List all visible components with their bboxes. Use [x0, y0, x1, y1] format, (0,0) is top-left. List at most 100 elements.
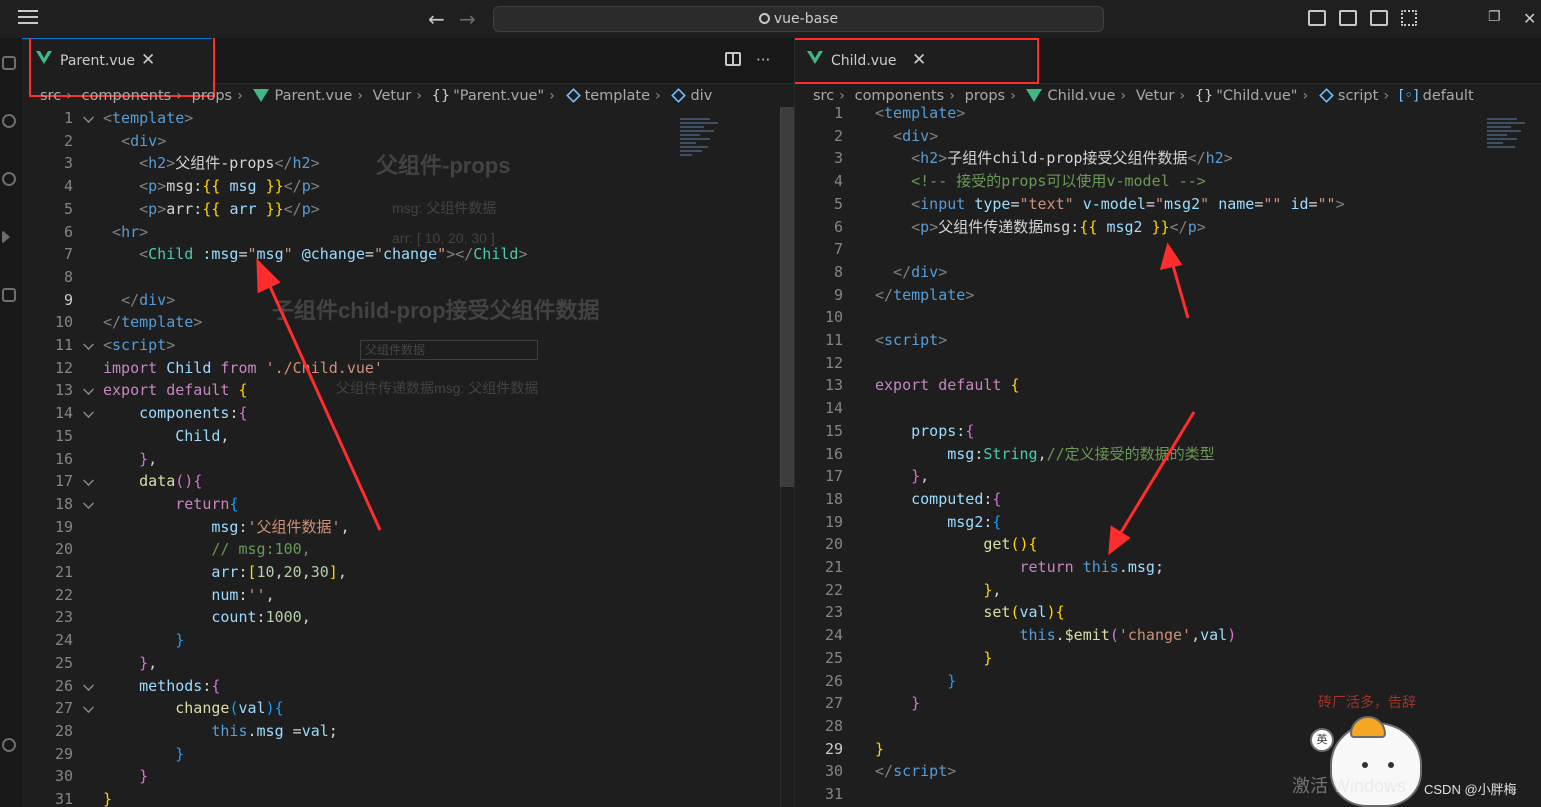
- code-line[interactable]: 12 import Child from './Child.vue': [22, 357, 794, 380]
- code-line[interactable]: 8: [22, 266, 794, 289]
- fold-chevron-icon[interactable]: [83, 702, 94, 714]
- minimap[interactable]: [680, 118, 724, 188]
- breadcrumb-components[interactable]: components: [82, 85, 172, 107]
- forward-arrow-icon[interactable]: →: [459, 7, 476, 31]
- breadcrumb-div[interactable]: div: [690, 85, 712, 107]
- code-line[interactable]: 18 return{: [22, 493, 794, 516]
- code-line[interactable]: 1 <template>: [795, 102, 1541, 125]
- code-line[interactable]: 19 msg2:{: [795, 511, 1541, 534]
- code-line[interactable]: 8 </div>: [795, 261, 1541, 284]
- code-line[interactable]: 24 }: [22, 629, 794, 652]
- code-line[interactable]: 17 data(){: [22, 470, 794, 493]
- code-line[interactable]: 24 this.$emit('change',val): [795, 624, 1541, 647]
- menu-icon[interactable]: [18, 10, 38, 26]
- fold-chevron-icon[interactable]: [83, 679, 94, 691]
- breadcrumb-module[interactable]: "Parent.vue": [453, 85, 544, 107]
- code-line[interactable]: 15 Child,: [22, 425, 794, 448]
- code-line[interactable]: 27 }: [795, 692, 1541, 715]
- code-line[interactable]: 29 }: [22, 743, 794, 766]
- code-line[interactable]: 31}: [22, 788, 794, 807]
- code-line[interactable]: 25 }: [795, 647, 1541, 670]
- code-line[interactable]: 11 <script>: [22, 334, 794, 357]
- code-line[interactable]: 21 arr:[10,20,30],: [22, 561, 794, 584]
- code-line[interactable]: 28: [795, 715, 1541, 738]
- back-arrow-icon[interactable]: ←: [428, 7, 445, 31]
- breadcrumb-template[interactable]: template: [585, 85, 650, 107]
- line-number: 2: [833, 126, 843, 145]
- breadcrumb-props[interactable]: props: [192, 85, 232, 107]
- code-line[interactable]: 17 },: [795, 465, 1541, 488]
- explorer-icon[interactable]: [2, 56, 16, 70]
- fold-chevron-icon[interactable]: [83, 339, 94, 350]
- scrollbar-thumb[interactable]: [780, 107, 794, 487]
- code-line[interactable]: 9 </div>: [22, 289, 794, 312]
- customize-layout-icon[interactable]: [1401, 10, 1417, 26]
- minimap[interactable]: [1487, 118, 1531, 188]
- code-line[interactable]: 16 msg:String,//定义接受的数据的类型: [795, 443, 1541, 466]
- code-line[interactable]: 3 <h2>父组件-props</h2>: [22, 152, 794, 175]
- fold-chevron-icon[interactable]: [83, 384, 94, 396]
- code-line[interactable]: 10: [795, 306, 1541, 329]
- code-line[interactable]: 14: [795, 397, 1541, 420]
- fold-chevron-icon[interactable]: [83, 407, 94, 419]
- code-line[interactable]: 23 set(val){: [795, 601, 1541, 624]
- more-actions-icon[interactable]: ···: [756, 51, 770, 69]
- code-line[interactable]: 20 // msg:100,: [22, 538, 794, 561]
- code-line[interactable]: 26 }: [795, 670, 1541, 693]
- code-line[interactable]: 5 <p>arr:{{ arr }}</p>: [22, 198, 794, 221]
- code-line[interactable]: 29}: [795, 738, 1541, 761]
- code-line[interactable]: 25 },: [22, 652, 794, 675]
- split-editor-icon[interactable]: [725, 52, 741, 66]
- code-line[interactable]: 30 }: [22, 765, 794, 788]
- code-line[interactable]: 27 change(val){: [22, 697, 794, 720]
- code-line[interactable]: 22 },: [795, 579, 1541, 602]
- code-line[interactable]: 15 props:{: [795, 420, 1541, 443]
- account-icon[interactable]: [2, 738, 16, 752]
- command-center-search[interactable]: vue-base: [493, 6, 1104, 32]
- fold-chevron-icon[interactable]: [83, 475, 94, 487]
- toggle-primary-sidebar-icon[interactable]: [1308, 10, 1326, 26]
- code-line[interactable]: 7 <Child :msg="msg" @change="change"></C…: [22, 243, 794, 266]
- code-line[interactable]: 2 <div>: [22, 130, 794, 153]
- code-line[interactable]: 6 <hr>: [22, 221, 794, 244]
- code-line[interactable]: 10 </template>: [22, 311, 794, 334]
- search-view-icon[interactable]: [2, 114, 16, 128]
- code-line[interactable]: 21 return this.msg;: [795, 556, 1541, 579]
- code-line[interactable]: 2 <div>: [795, 125, 1541, 148]
- run-debug-icon[interactable]: [2, 230, 10, 244]
- code-line[interactable]: 13 export default {: [795, 374, 1541, 397]
- code-line[interactable]: 16 },: [22, 448, 794, 471]
- code-line[interactable]: 6 <p>父组件传递数据msg:{{ msg2 }}</p>: [795, 216, 1541, 239]
- code-line[interactable]: 23 count:1000,: [22, 606, 794, 629]
- code-line[interactable]: 11 <script>: [795, 329, 1541, 352]
- code-line[interactable]: 1 <template>: [22, 107, 794, 130]
- code-line[interactable]: 12: [795, 352, 1541, 375]
- code-line[interactable]: 26 methods:{: [22, 675, 794, 698]
- breadcrumb-vetur[interactable]: Vetur: [373, 85, 412, 107]
- breadcrumb-src[interactable]: src: [40, 85, 61, 107]
- code-line[interactable]: 22 num:'',: [22, 584, 794, 607]
- code-line[interactable]: 20 get(){: [795, 533, 1541, 556]
- source-control-icon[interactable]: [2, 172, 16, 186]
- code-text: arr:[10,20,30],: [211, 563, 347, 581]
- code-line[interactable]: 5 <input type="text" v-model="msg2" name…: [795, 193, 1541, 216]
- fold-chevron-icon[interactable]: [83, 112, 94, 123]
- code-line[interactable]: 13 export default {: [22, 379, 794, 402]
- code-line[interactable]: 9 </template>: [795, 284, 1541, 307]
- extensions-icon[interactable]: [2, 288, 16, 302]
- close-window-icon[interactable]: ✕: [1523, 9, 1536, 28]
- restore-window-icon[interactable]: ❐: [1488, 9, 1501, 25]
- code-line[interactable]: 14 components:{: [22, 402, 794, 425]
- toggle-secondary-sidebar-icon[interactable]: [1370, 10, 1388, 26]
- fold-chevron-icon[interactable]: [83, 497, 94, 509]
- code-line[interactable]: 18 computed:{: [795, 488, 1541, 511]
- breadcrumb-file[interactable]: Parent.vue: [275, 85, 353, 107]
- code-line[interactable]: 3 <h2>子组件child-prop接受父组件数据</h2>: [795, 147, 1541, 170]
- code-line[interactable]: 28 this.msg =val;: [22, 720, 794, 743]
- code-line[interactable]: 7: [795, 238, 1541, 261]
- code-line[interactable]: 4 <!-- 接受的props可以使用v-model -->: [795, 170, 1541, 193]
- toggle-panel-icon[interactable]: [1339, 10, 1357, 26]
- code-line[interactable]: 4 <p>msg:{{ msg }}</p>: [22, 175, 794, 198]
- code-text: <input type="text" v-model="msg2" name="…: [911, 194, 1345, 213]
- code-line[interactable]: 19 msg:'父组件数据',: [22, 516, 794, 539]
